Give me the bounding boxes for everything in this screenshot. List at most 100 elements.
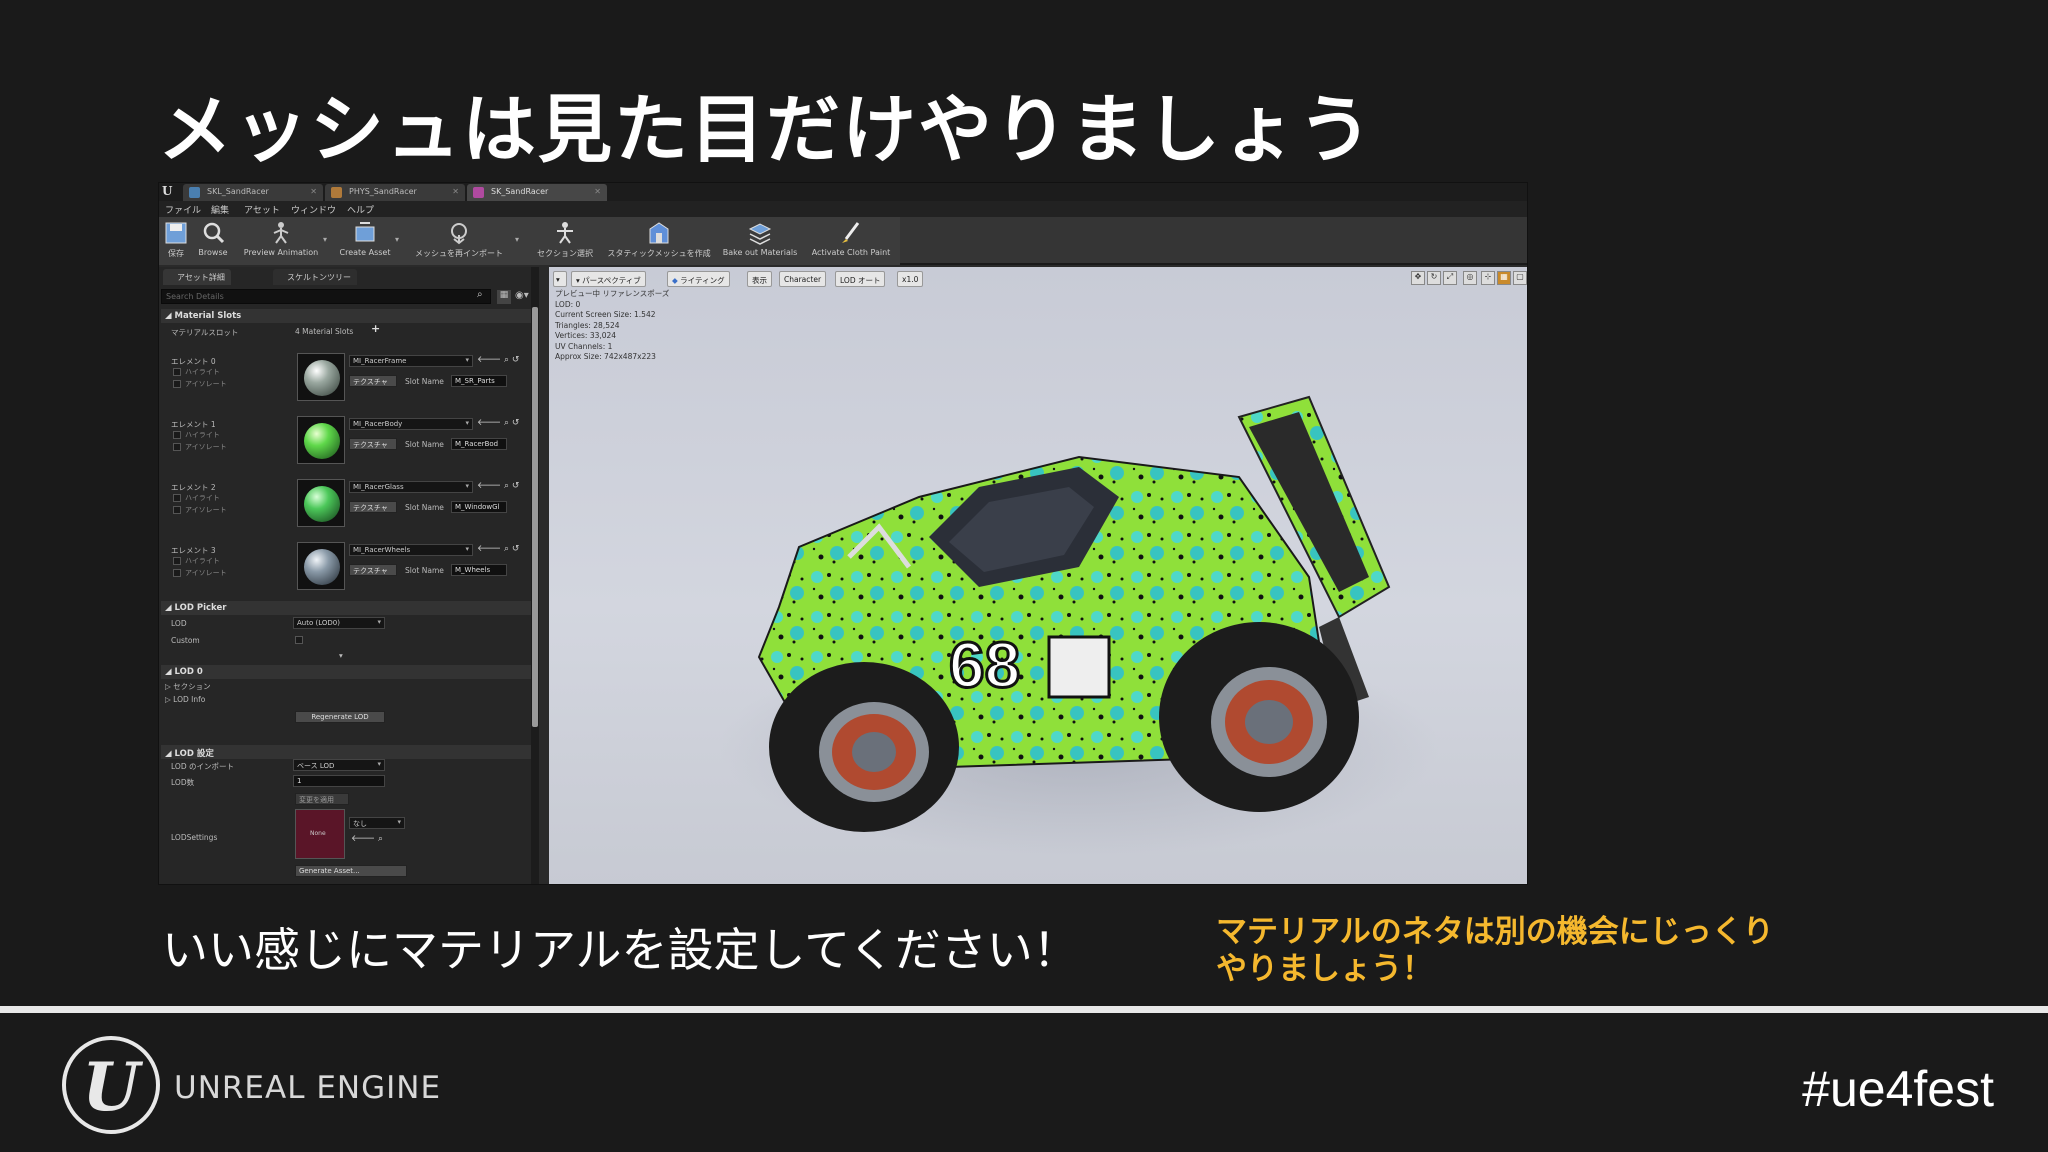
material-dropdown[interactable]: MI_RacerGlass [349,481,473,493]
lod-picker-header[interactable]: ◢ LOD Picker [161,601,531,615]
search-input[interactable]: Search Details [161,289,491,304]
add-material-slot-icon[interactable]: + [371,322,380,335]
texture-dropdown[interactable]: テクスチャ [349,438,397,450]
perspective-button[interactable]: ▾ パースペクティブ [571,271,646,287]
tab-physics-asset[interactable]: PHYS_SandRacer ✕ [325,184,465,201]
viewport-button-label: x1.0 [902,275,919,284]
highlight-checkbox[interactable] [173,368,181,376]
viewport-transform-icons: ✥ ↻ ⤢ ◎ ⊹ ▦ ▢ [1411,271,1527,287]
slot-name-field[interactable]: M_SR_Parts [451,375,507,387]
close-icon[interactable]: ✕ [452,187,459,196]
create-asset-button[interactable]: Create Asset [337,219,393,263]
bake-materials-icon [748,223,772,245]
material-dropdown[interactable]: MI_RacerWheels [349,544,473,556]
playback-speed-button[interactable]: x1.0 [897,271,924,287]
snap-icon[interactable]: ⊹ [1481,271,1495,285]
maximize-icon[interactable]: ▢ [1513,271,1527,285]
material-thumbnail[interactable] [297,542,345,590]
slot-name-field[interactable]: M_Wheels [451,564,507,576]
lod-import-dropdown[interactable]: ベース LOD [293,759,385,771]
lod-auto-button[interactable]: LOD オート [835,271,886,287]
world-local-icon[interactable]: ◎ [1463,271,1477,285]
isolate-checkbox[interactable] [173,506,181,514]
close-icon[interactable]: ✕ [594,187,601,196]
rear-wheel [1159,622,1359,812]
element-label: エレメント 0 [171,357,216,366]
make-static-mesh-button[interactable]: スタティックメッシュを作成 [605,219,713,263]
translate-icon[interactable]: ✥ [1411,271,1425,285]
grid-snap-icon[interactable]: ▦ [1497,271,1511,285]
menu-window[interactable]: ウィンドウ [291,203,336,216]
tab-skeletal-mesh[interactable]: SK_SandRacer ✕ [467,184,607,201]
chevron-down-icon[interactable]: ▾ [323,235,327,244]
texture-dropdown[interactable]: テクスチャ [349,375,397,387]
menu-bar: ファイル 編集 アセット ウィンドウ ヘルプ [159,201,1527,217]
highlight-checkbox[interactable] [173,494,181,502]
regenerate-lod-button[interactable]: Regenerate LOD [295,711,385,723]
menu-help[interactable]: ヘルプ [347,203,374,216]
lod0-header[interactable]: ◢ LOD 0 [161,665,531,679]
show-button[interactable]: 表示 [747,271,772,287]
expand-arrow-icon[interactable]: ▾ [339,651,343,660]
material-row-icons[interactable]: 🡐 ⌕ ↺ [477,354,519,365]
sections-item[interactable]: ▷ セクション [165,681,211,692]
reimport-mesh-button[interactable]: メッシュを再インポート [413,219,505,263]
material-row-icons[interactable]: 🡐 ⌕ ↺ [477,417,519,428]
highlight-checkbox[interactable] [173,557,181,565]
menu-asset[interactable]: アセット [244,203,280,216]
lod-settings-header[interactable]: ◢ LOD 設定 [161,745,531,759]
activate-cloth-paint-button[interactable]: Activate Cloth Paint [807,219,895,263]
save-button[interactable]: 保存 [163,219,189,263]
create-asset-icon [355,222,375,242]
texture-dropdown[interactable]: テクスチャ [349,501,397,513]
close-icon[interactable]: ✕ [310,187,317,196]
material-slots-header[interactable]: ◢ Material Slots [161,309,531,323]
lod-info-item[interactable]: ▷ LOD Info [165,695,205,704]
section-select-button[interactable]: セクション選択 [535,219,595,263]
eye-icon[interactable]: ◉▾ [515,290,529,301]
material-sphere [304,486,340,522]
chevron-down-icon[interactable]: ▾ [515,235,519,244]
details-scrollbar-thumb[interactable] [532,307,538,727]
browse-button[interactable]: Browse [195,219,231,263]
material-row-icons[interactable]: 🡐 ⌕ ↺ [477,543,519,554]
slot-name-field[interactable]: M_RacerBod [451,438,507,450]
viewport-options-button[interactable]: ▾ [553,271,567,287]
texture-dropdown[interactable]: テクスチャ [349,564,397,576]
isolate-checkbox[interactable] [173,569,181,577]
grid-view-icon[interactable]: ▦ [497,290,511,304]
lighting-button[interactable]: ◆ ライティング [667,271,730,287]
material-dropdown[interactable]: MI_RacerFrame [349,355,473,367]
slot-name-field[interactable]: M_WindowGl [451,501,507,513]
scale-icon[interactable]: ⤢ [1443,271,1457,285]
material-thumbnail[interactable] [297,479,345,527]
stat-line: Triangles: 28,524 [555,320,620,330]
material-dropdown[interactable]: MI_RacerBody [349,418,473,430]
tab-asset-details[interactable]: アセット詳細 [163,269,231,285]
preview-viewport[interactable]: ▾ ▾ パースペクティブ ◆ ライティング 表示 Character LOD オ… [549,267,1527,884]
apply-changes-button[interactable]: 変更を適用 [295,793,349,805]
material-row-icons[interactable]: 🡐 ⌕ ↺ [477,480,519,491]
isolate-checkbox[interactable] [173,443,181,451]
lod-count-field[interactable]: 1 [293,775,385,787]
custom-checkbox[interactable] [295,636,303,644]
highlight-checkbox[interactable] [173,431,181,439]
search-icon[interactable]: ⌕ [477,289,483,300]
generate-asset-button[interactable]: Generate Asset... [295,865,407,877]
chevron-down-icon[interactable]: ▾ [395,235,399,244]
tab-skeleton-tree[interactable]: スケルトンツリー [273,269,357,285]
rotate-icon[interactable]: ↻ [1427,271,1441,285]
material-thumbnail[interactable] [297,353,345,401]
lod-settings-thumbnail[interactable]: None [295,809,345,859]
menu-edit[interactable]: 編集 [211,203,229,216]
preview-animation-button[interactable]: Preview Animation [241,219,321,263]
lod-settings-row-icons[interactable]: 🡐 ⌕ [351,833,383,844]
lod-settings-dropdown[interactable]: なし [349,817,405,829]
material-thumbnail[interactable] [297,416,345,464]
lod-dropdown[interactable]: Auto (LOD0) [293,617,385,629]
isolate-checkbox[interactable] [173,380,181,388]
tab-skeleton[interactable]: SKL_SandRacer ✕ [183,184,323,201]
menu-file[interactable]: ファイル [165,203,201,216]
character-button[interactable]: Character [779,271,827,287]
bake-out-materials-button[interactable]: Bake out Materials [719,219,801,263]
